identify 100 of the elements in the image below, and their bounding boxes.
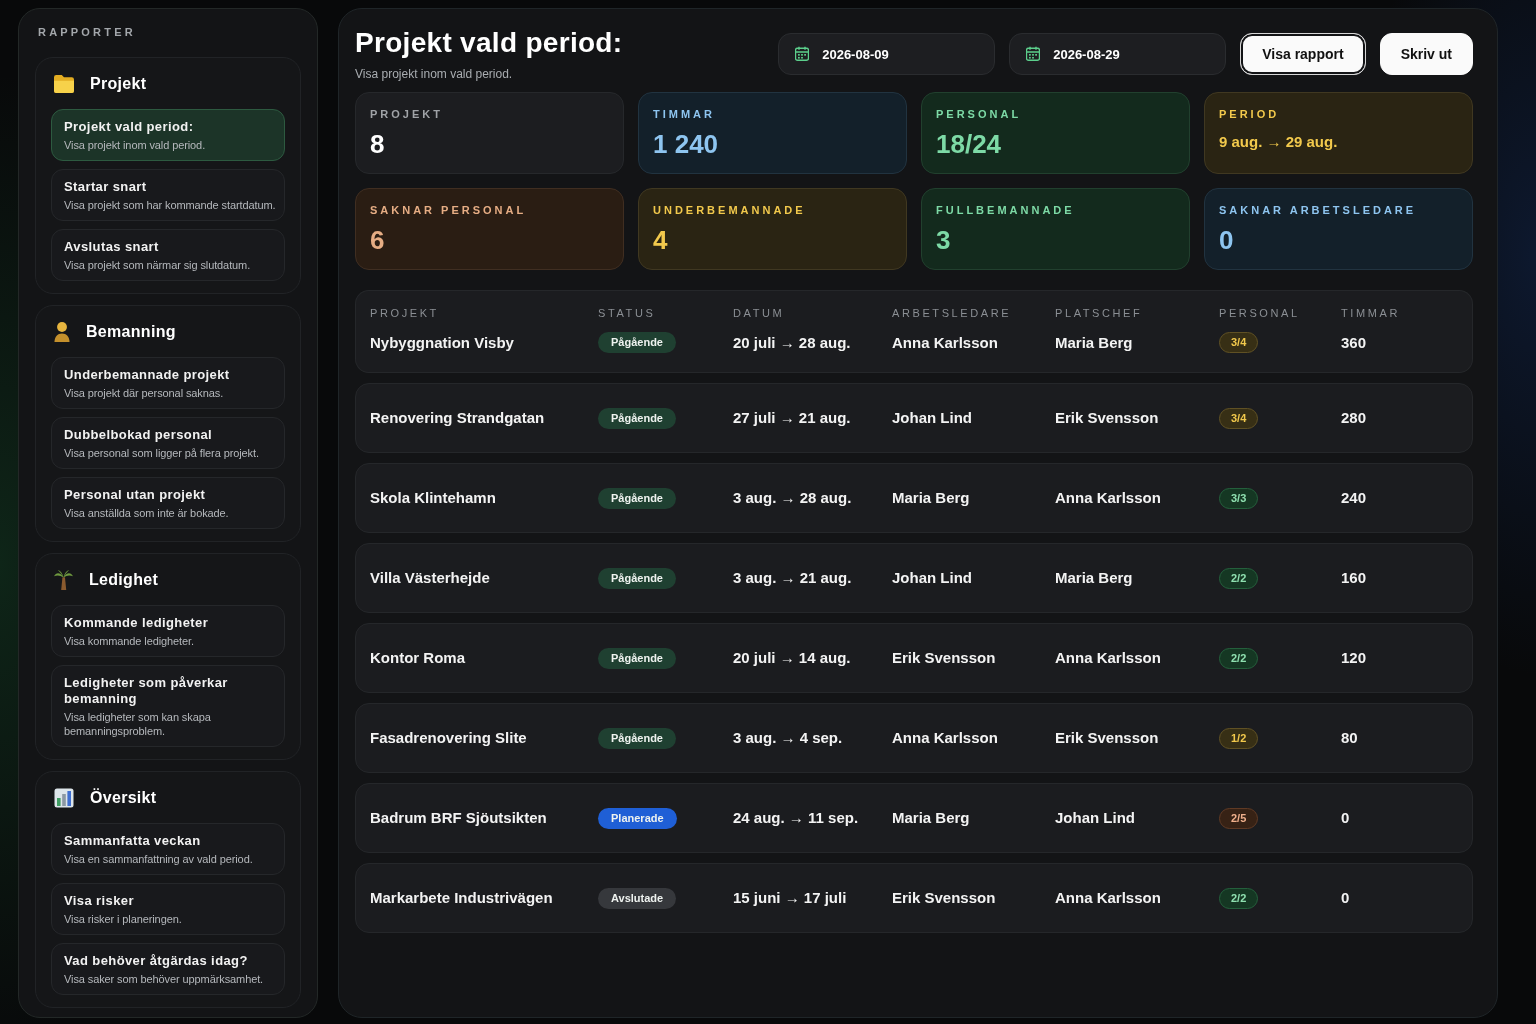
table-cell-text: Skola Klintehamn [370, 489, 497, 507]
stat-value: 1 240 [653, 129, 720, 159]
table-cell-text: Anna Karlsson [1055, 649, 1162, 667]
table-cell-text: Renovering Strandgatan [370, 409, 546, 427]
table-cell-text: Badrum BRF Sjöutsikten [370, 809, 548, 827]
table-cell-text: 360 [1341, 333, 1368, 352]
report-button[interactable]: Visa rapport [1240, 33, 1366, 75]
stat-label: PERSONAL [936, 108, 1023, 121]
date-field[interactable]: 2026-08-09 [778, 33, 996, 75]
sidebar-heading: RAPPORTER [38, 26, 137, 39]
table-cell-text: 280 [1341, 409, 1368, 427]
sidebar-item[interactable]: Projekt vald period: Visa projekt inom vald period. [51, 109, 285, 161]
stat-value: 3 [936, 225, 952, 255]
sidebar-item[interactable]: Underbemannade projekt Visa projekt där personal saknas. [51, 357, 285, 409]
status-badge: Pågående [598, 727, 676, 749]
table-cell-text: 0 [1341, 889, 1351, 907]
staffing-badge: 1/2 [1219, 727, 1259, 749]
table-cell-text: 240 [1341, 489, 1368, 507]
sidebar-item[interactable]: Startar snart Visa projekt som har kommande startdatum. [51, 169, 285, 221]
column-header: ARBETSLEDARE [892, 307, 1013, 321]
table-cell-text: 27 juli → 21 aug. [733, 409, 852, 427]
status-badge: Pågående [598, 487, 676, 509]
table-cell-text: Johan Lind [1055, 809, 1136, 827]
table-cell-text: Anna Karlsson [892, 729, 999, 747]
section-title: Ledighet [89, 570, 159, 590]
sidebar-item[interactable]: Kommande ledigheter Visa kommande ledigheter. [51, 605, 285, 657]
sidebar-item[interactable]: Ledigheter som påverkar bemanning Visa ledigheter som kan skapa bemanningsproblem. [51, 665, 285, 747]
staffing-badge: 2/2 [1219, 647, 1259, 669]
status-badge: Pågående [598, 567, 676, 589]
table-cell-text: Maria Berg [892, 489, 971, 507]
staffing-badge: 3/4 [1219, 332, 1259, 353]
status-badge: Avslutade [598, 887, 677, 909]
table-cell-text: Kontor Roma [370, 649, 466, 667]
sidebar-item[interactable]: Personal utan projekt Visa anställda som inte är bokade. [51, 477, 285, 529]
column-header: STATUS [598, 307, 657, 321]
staffing-badge: 2/5 [1219, 807, 1259, 829]
date-field[interactable]: 2026-08-29 [1009, 33, 1227, 75]
table-cell-text: 20 juli → 14 aug. [733, 649, 852, 667]
bar-chart-icon [54, 788, 74, 808]
stat-label: SAKNAR ARBETSLEDARE [1219, 204, 1418, 217]
column-header: TIMMAR [1341, 307, 1401, 321]
staffing-badge: 2/2 [1219, 567, 1259, 589]
column-header: PROJEKT [370, 307, 440, 321]
column-header: PERSONAL [1219, 307, 1301, 321]
folder-icon [54, 75, 74, 93]
page-title: Projekt vald period: [355, 28, 623, 58]
table-cell-text: 3 aug. → 21 aug. [733, 569, 853, 587]
table-cell-text: 24 aug. → 11 sep. [733, 809, 860, 827]
stat-value: 4 [653, 225, 669, 255]
table-cell-text: Fasadrenovering Slite [370, 729, 528, 747]
page-subtitle: Visa projekt inom vald period. [355, 67, 514, 82]
stat-label: PERIOD [1219, 108, 1281, 121]
stat-value: 6 [370, 225, 386, 255]
stat-value: 8 [370, 129, 386, 159]
table-cell-text: Anna Karlsson [1055, 489, 1162, 507]
sidebar-item[interactable]: Dubbelbokad personal Visa personal som ligger på flera projekt. [51, 417, 285, 469]
palm-tree-icon [54, 570, 73, 590]
table-cell-text: Erik Svensson [1055, 409, 1160, 427]
table-cell-text: 160 [1341, 569, 1368, 587]
calendar-icon [1026, 46, 1041, 61]
section-title: Bemanning [86, 322, 176, 342]
table-cell-text: Erik Svensson [892, 889, 997, 907]
status-badge: Planerade [598, 807, 677, 829]
table-cell-text: Anna Karlsson [892, 333, 999, 352]
table-cell-text: 15 juni → 17 juli [733, 889, 848, 907]
table-cell-text: 120 [1341, 649, 1368, 667]
table-cell-text: 3 aug. → 4 sep. [733, 729, 844, 747]
stat-value: 9 aug. → 29 aug. [1219, 132, 1339, 152]
column-header: DATUM [733, 307, 786, 321]
person-icon [54, 322, 70, 342]
status-badge: Pågående [598, 407, 676, 429]
stat-value: 0 [1219, 225, 1235, 255]
sidebar-item[interactable]: Avslutas snart Visa projekt som närmar sig slutdatum. [51, 229, 285, 281]
table-cell-text: Maria Berg [1055, 333, 1134, 352]
table-cell-text: Villa Västerhejde [370, 569, 491, 587]
table-cell-text: 80 [1341, 729, 1359, 747]
stat-label: PROJEKT [370, 108, 444, 121]
table-cell-text: Johan Lind [892, 409, 973, 427]
table-cell-text: Markarbete Industrivägen [370, 889, 554, 907]
table-cell-text: Nybyggnation Visby [370, 333, 515, 352]
status-badge: Pågående [598, 647, 676, 669]
staffing-badge: 3/4 [1219, 407, 1259, 429]
table-cell-text: Erik Svensson [892, 649, 997, 667]
table-cell-text: Maria Berg [892, 809, 971, 827]
staffing-badge: 2/2 [1219, 887, 1259, 909]
calendar-icon [795, 46, 810, 61]
table-cell-text: 20 juli → 28 aug. [733, 333, 852, 352]
report-button[interactable]: Skriv ut [1379, 33, 1473, 75]
table-cell-text: Johan Lind [892, 569, 973, 587]
table-cell-text: 3 aug. → 28 aug. [733, 489, 853, 507]
status-badge: Pågående [598, 332, 676, 353]
sidebar-item[interactable]: Visa risker Visa risker i planeringen. [51, 883, 285, 935]
stat-value: 18/24 [936, 129, 1003, 159]
table-cell-text: Erik Svensson [1055, 729, 1160, 747]
staffing-badge: 3/3 [1219, 487, 1259, 509]
sidebar-item[interactable]: Vad behöver åtgärdas idag? Visa saker som behöver uppmärksamhet. [51, 943, 285, 995]
table-cell-text: 0 [1341, 809, 1351, 827]
stat-label: FULLBEMANNADE [936, 204, 1076, 217]
sidebar-item[interactable]: Sammanfatta veckan Visa en sammanfattning av vald period. [51, 823, 285, 875]
table-cell-text: Anna Karlsson [1055, 889, 1162, 907]
